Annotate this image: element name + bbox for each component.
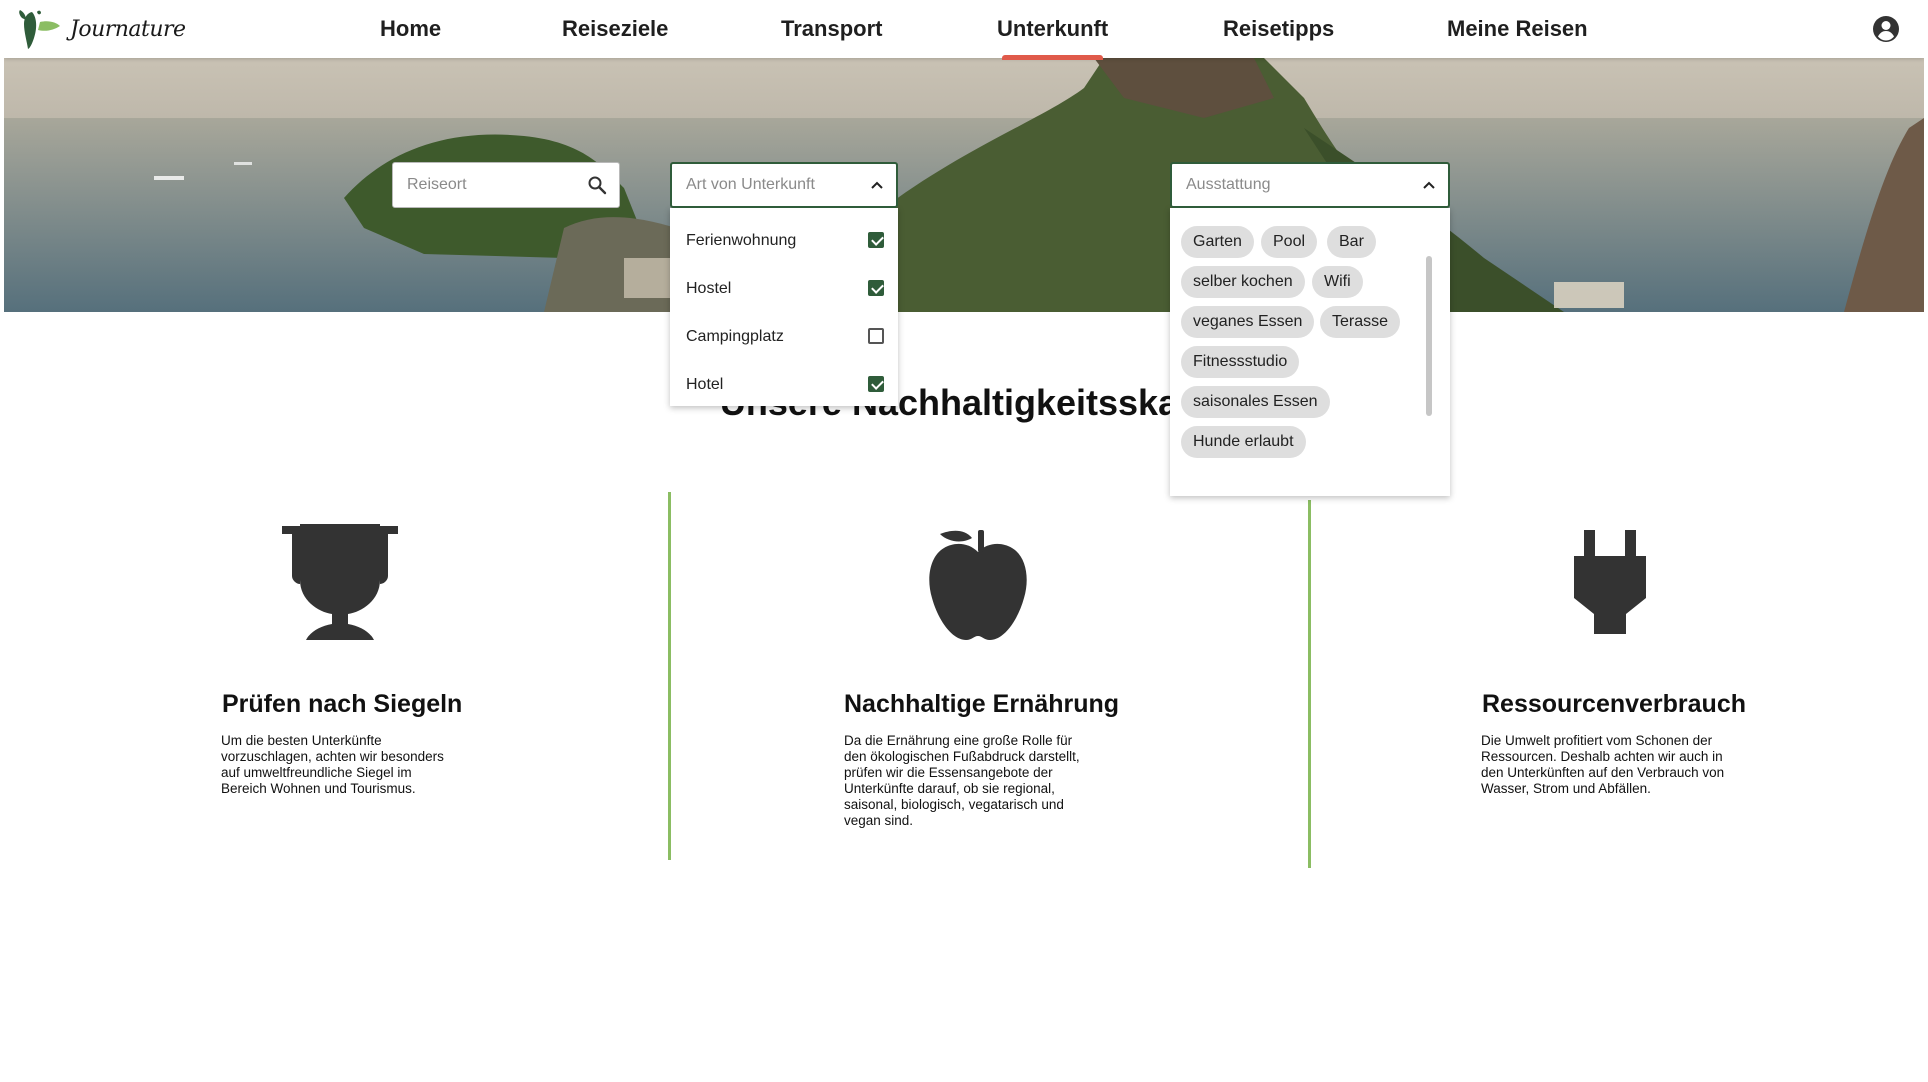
trophy-icon [282,524,398,640]
amenity-chip[interactable]: Garten [1181,226,1254,258]
amenities-dropdown[interactable]: Ausstattung [1170,162,1450,208]
section-title: Unsere Nachhaltigkeitsskala [719,382,1209,423]
column-divider [668,492,671,860]
column-text-ressourcen: Die Umwelt profitiert vom Schonen der Re… [1481,733,1725,796]
column-title-ressourcen: Ressourcenverbrauch [1482,690,1747,718]
amenity-chip[interactable]: saisonales Essen [1181,386,1330,418]
amenity-chip[interactable]: veganes Essen [1181,306,1315,338]
account-icon[interactable] [1872,15,1900,43]
column-divider [1308,500,1311,868]
nav-item-unterkunft[interactable]: Unterkunft [997,16,1108,60]
amenity-chip[interactable]: Pool [1261,226,1318,258]
amenity-chip[interactable]: Fitnessstudio [1181,346,1300,378]
nav-item-reisetipps[interactable]: Reisetipps [1223,16,1334,42]
accommodation-type-placeholder: Art von Unterkunft [686,176,815,193]
nav-item-home[interactable]: Home [380,16,441,42]
amenities-options: Garten Pool Bar selber kochen Wifi vegan… [1170,208,1450,496]
checkbox-hostel[interactable] [868,280,884,296]
amenity-chip[interactable]: Wifi [1312,266,1363,298]
top-navigation-bar: Journature Home Reiseziele Transport Unt… [4,0,1924,60]
amenities-scrollbar[interactable] [1426,256,1432,416]
apple-icon [929,530,1027,640]
location-search-field[interactable]: Reiseort [392,162,620,208]
column-text-siegel: Um die besten Unterkünfte vorzuschlagen,… [221,733,444,796]
checkbox-hotel[interactable] [868,376,884,392]
option-label-ferienwohnung[interactable]: Ferienwohnung [686,232,796,250]
accommodation-type-options: Ferienwohnung Hostel Campingplatz Hotel [670,208,898,406]
hero-image [4,58,1924,312]
column-title-ernaehrung: Nachhaltige Ernährung [844,690,1120,718]
amenity-chip[interactable]: Bar [1327,226,1376,258]
location-placeholder: Reiseort [407,176,467,193]
amenities-placeholder: Ausstattung [1186,176,1271,193]
nav-item-reiseziele[interactable]: Reiseziele [562,16,668,42]
nav-item-transport[interactable]: Transport [781,16,882,42]
column-text-ernaehrung: Da die Ernährung eine große Rolle für de… [844,733,1080,828]
chevron-up-icon[interactable] [1422,178,1436,192]
option-label-hotel[interactable]: Hotel [686,376,723,394]
plug-icon [1574,530,1646,634]
option-label-campingplatz[interactable]: Campingplatz [686,328,784,346]
checkbox-ferienwohnung[interactable] [868,232,884,248]
nav-item-meine-reisen[interactable]: Meine Reisen [1447,16,1588,42]
amenity-chip[interactable]: selber kochen [1181,266,1305,298]
column-title-siegel: Prüfen nach Siegeln [222,690,463,718]
accommodation-type-dropdown[interactable]: Art von Unterkunft [670,162,898,208]
search-icon[interactable] [587,175,607,195]
main-nav: Home Reiseziele Transport Unterkunft Rei… [4,0,1924,60]
option-label-hostel[interactable]: Hostel [686,280,731,298]
amenity-chip[interactable]: Hunde erlaubt [1181,426,1306,458]
checkbox-campingplatz[interactable] [868,328,884,344]
landscape-illustration [4,58,1924,312]
page: Journature Home Reiseziele Transport Unt… [4,0,1924,1082]
amenity-chip[interactable]: Terasse [1320,306,1401,338]
chevron-up-icon[interactable] [870,178,884,192]
